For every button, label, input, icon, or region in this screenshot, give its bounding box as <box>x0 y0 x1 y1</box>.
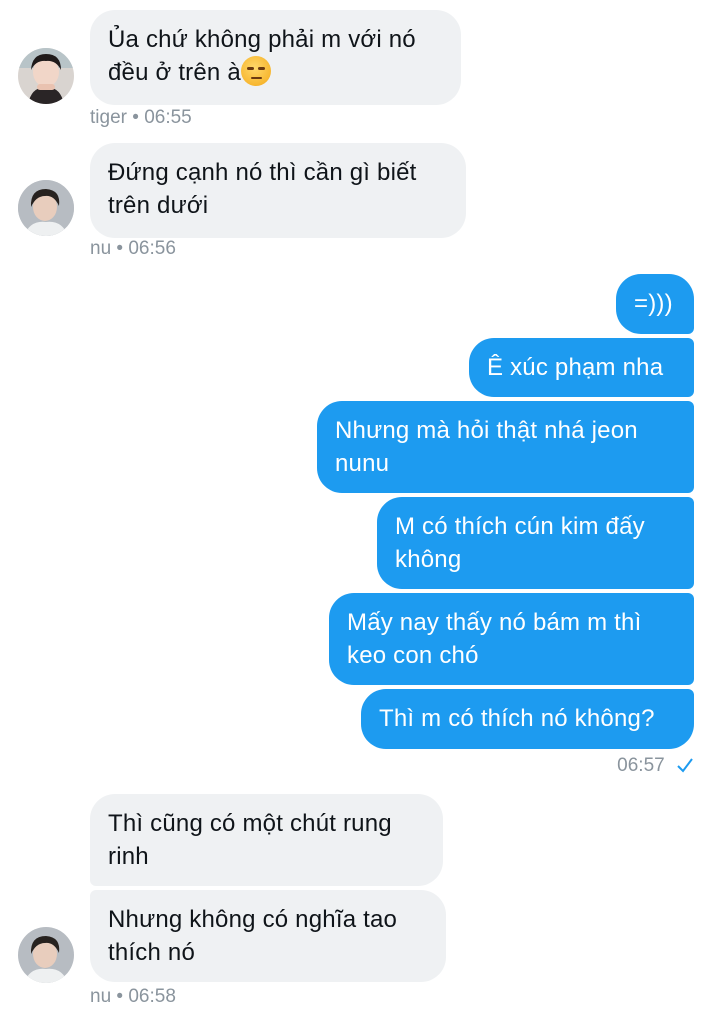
message-meta: nu • 06:56 <box>90 238 176 260</box>
meta-separator: • <box>116 986 124 1007</box>
message-text: đều ở trên à <box>108 59 241 86</box>
message-text: Ê xúc phạm nha <box>487 354 664 381</box>
message-text: nunu <box>335 450 390 477</box>
message-bubble[interactable]: Ê xúc phạm nha <box>469 338 694 397</box>
message-text: M có thích cún kim đấy <box>395 513 645 540</box>
message-time: 06:55 <box>144 107 192 128</box>
message-text: rinh <box>108 843 149 870</box>
avatar-tiger[interactable] <box>18 48 74 104</box>
message-bubble[interactable]: Đứng cạnh nó thì cần gì biết trên dưới <box>90 143 466 238</box>
message-meta: 06:57 <box>617 755 694 779</box>
message-text: Nhưng không có nghĩa tao <box>108 906 398 933</box>
message-text: Thì m có thích nó không? <box>379 705 655 732</box>
unamused-face-icon <box>240 56 271 86</box>
message-meta: nu • 06:58 <box>90 986 176 1008</box>
meta-separator: • <box>132 107 139 128</box>
message-time: 06:57 <box>617 755 665 776</box>
message-text: =))) <box>634 290 673 317</box>
sender-name: nu <box>90 238 112 259</box>
message-bubble[interactable]: Nhưng mà hỏi thật nhá jeon nunu <box>317 401 694 493</box>
message-text: keo con chó <box>347 642 479 669</box>
message-bubble[interactable]: Thì cũng có một chút rung rinh <box>90 794 443 886</box>
avatar-nu[interactable] <box>18 927 74 983</box>
message-bubble[interactable]: Ủa chứ không phải m với nó đều ở trên à <box>90 10 461 105</box>
message-time: 06:56 <box>128 238 176 259</box>
message-bubble[interactable]: =))) <box>616 274 694 334</box>
meta-separator: • <box>116 238 124 259</box>
message-text: trên dưới <box>108 192 209 219</box>
sent-check-icon <box>676 757 694 779</box>
message-text: Nhưng mà hỏi thật nhá jeon <box>335 417 638 444</box>
message-bubble[interactable]: Mấy nay thấy nó bám m thì keo con chó <box>329 593 694 685</box>
message-time: 06:58 <box>128 986 176 1007</box>
message-text: Đứng cạnh nó thì cần gì biết <box>108 159 417 186</box>
message-meta: tiger • 06:55 <box>90 107 192 129</box>
avatar-nu[interactable] <box>18 180 74 236</box>
message-text: không <box>395 546 462 573</box>
message-text: Ủa chứ không phải m với nó <box>108 26 416 53</box>
sender-name: nu <box>90 986 112 1007</box>
message-bubble[interactable]: Thì m có thích nó không? <box>361 689 694 749</box>
message-text: Mấy nay thấy nó bám m thì <box>347 609 642 636</box>
message-bubble[interactable]: M có thích cún kim đấy không <box>377 497 694 589</box>
sender-name: tiger <box>90 107 127 128</box>
message-bubble[interactable]: Nhưng không có nghĩa tao thích nó <box>90 890 446 982</box>
message-text: Thì cũng có một chút rung <box>108 810 392 837</box>
message-text: thích nó <box>108 939 195 966</box>
